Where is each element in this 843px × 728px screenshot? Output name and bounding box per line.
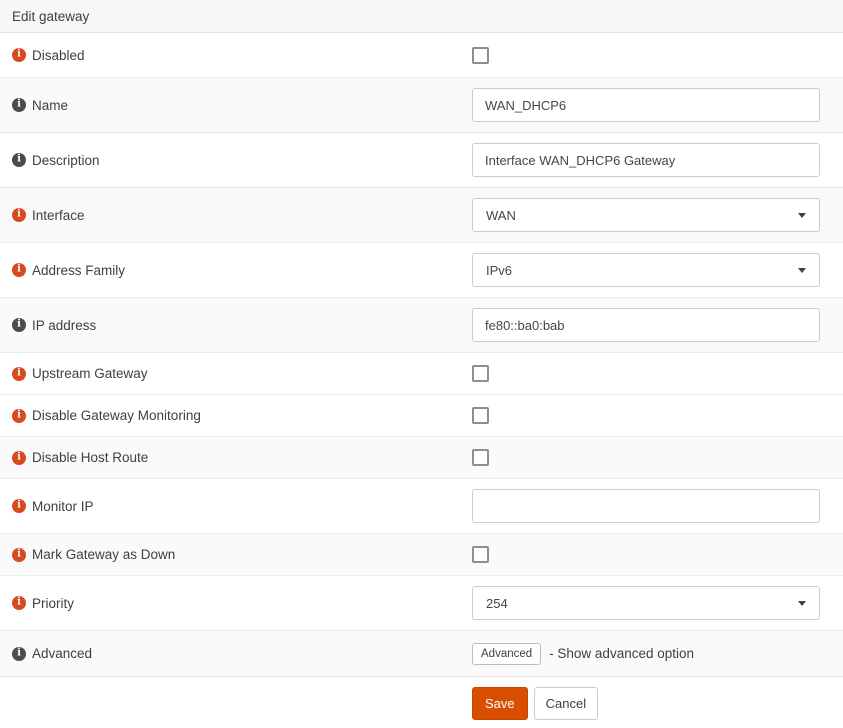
address-family-label: Address Family [32, 262, 126, 278]
field-control-cell [472, 449, 843, 466]
field-control-cell [472, 489, 843, 523]
row-priority: Priority 254 [0, 576, 843, 631]
row-address-family: Address Family IPv6 [0, 243, 843, 298]
field-control-cell: Advanced - Show advanced option [472, 642, 843, 665]
advanced-label: Advanced [32, 646, 93, 661]
row-disable-gateway-monitoring: Disable Gateway Monitoring [0, 395, 843, 437]
interface-info-icon[interactable] [12, 208, 26, 222]
disable-gateway-monitoring-checkbox[interactable] [472, 407, 489, 424]
field-control-cell: 254 [472, 586, 843, 620]
ip-address-label: IP address [32, 317, 97, 333]
disable-host-route-info-icon[interactable] [12, 450, 26, 465]
row-mark-gateway-as-down: Mark Gateway as Down [0, 534, 843, 576]
address-family-info-icon[interactable] [12, 263, 26, 277]
description-input[interactable] [472, 143, 820, 177]
upstream-gateway-info-icon[interactable] [12, 366, 26, 381]
field-control-cell [472, 46, 843, 64]
upstream-gateway-label: Upstream Gateway [32, 366, 148, 381]
name-label: Name [32, 97, 69, 113]
field-control-cell [472, 88, 843, 122]
disabled-checkbox[interactable] [472, 46, 489, 64]
priority-select[interactable]: 254 [472, 586, 820, 620]
form-rows: Disabled Name Description [0, 33, 843, 677]
disable-gateway-monitoring-info-icon[interactable] [12, 408, 26, 423]
select-value: WAN [486, 207, 516, 223]
monitor-ip-label: Monitor IP [32, 498, 94, 514]
chevron-down-icon [798, 212, 806, 218]
edit-gateway-form: Edit gateway Disabled Name Descri [0, 0, 843, 728]
row-upstream-gateway: Upstream Gateway [0, 353, 843, 395]
address-family-select[interactable]: IPv6 [472, 253, 820, 287]
row-interface: Interface WAN [0, 188, 843, 243]
field-label-cell: Disable Gateway Monitoring [0, 408, 472, 423]
mark-gateway-as-down-checkbox[interactable] [472, 546, 489, 563]
row-monitor-ip: Monitor IP [0, 479, 843, 534]
name-info-icon[interactable] [12, 98, 26, 112]
row-description: Description [0, 133, 843, 188]
disable-gateway-monitoring-label: Disable Gateway Monitoring [32, 408, 201, 423]
ip-address-info-icon[interactable] [12, 318, 26, 332]
priority-label: Priority [32, 595, 75, 611]
field-control-cell: IPv6 [472, 253, 843, 287]
monitor-ip-input[interactable] [472, 489, 820, 523]
field-control-cell: WAN [472, 198, 843, 232]
field-label-cell: Priority [0, 596, 472, 611]
select-value: 254 [486, 595, 508, 611]
disable-host-route-checkbox[interactable] [472, 449, 489, 466]
row-name: Name [0, 78, 843, 133]
actions-control-cell: Save Cancel [472, 686, 843, 720]
row-disabled: Disabled [0, 33, 843, 78]
field-label-cell: Monitor IP [0, 499, 472, 514]
name-input[interactable] [472, 88, 820, 122]
row-disable-host-route: Disable Host Route [0, 437, 843, 479]
advanced-note: - Show advanced option [549, 646, 695, 661]
field-control-cell [472, 365, 843, 382]
field-control-cell [472, 143, 843, 177]
description-info-icon[interactable] [12, 153, 26, 167]
form-actions-row: Save Cancel [0, 677, 843, 728]
field-label-cell: IP address [0, 318, 472, 333]
field-control-cell [472, 546, 843, 563]
disabled-label: Disabled [32, 47, 85, 63]
ip-address-input[interactable] [472, 308, 820, 342]
disable-host-route-label: Disable Host Route [32, 450, 149, 465]
field-label-cell: Advanced [0, 646, 472, 661]
description-label: Description [32, 152, 100, 168]
mark-gateway-as-down-info-icon[interactable] [12, 547, 26, 562]
form-title: Edit gateway [0, 0, 843, 33]
disabled-info-icon[interactable] [12, 48, 26, 62]
field-label-cell: Name [0, 98, 472, 113]
mark-gateway-as-down-label: Mark Gateway as Down [32, 547, 176, 562]
field-label-cell: Interface [0, 208, 472, 223]
field-label-cell: Description [0, 153, 472, 168]
field-label-cell: Disable Host Route [0, 450, 472, 465]
row-advanced: Advanced Advanced - Show advanced option [0, 631, 843, 677]
cancel-button[interactable]: Cancel [533, 686, 599, 720]
advanced-info-icon[interactable] [12, 646, 26, 661]
interface-select[interactable]: WAN [472, 198, 820, 232]
field-label-cell: Mark Gateway as Down [0, 547, 472, 562]
field-control-cell [472, 407, 843, 424]
field-label-cell: Upstream Gateway [0, 366, 472, 381]
field-label-cell: Address Family [0, 263, 472, 278]
field-control-cell [472, 308, 843, 342]
save-button[interactable]: Save [472, 686, 528, 720]
row-ip-address: IP address [0, 298, 843, 353]
priority-info-icon[interactable] [12, 596, 26, 610]
chevron-down-icon [798, 267, 806, 273]
advanced-button[interactable]: Advanced [472, 642, 542, 665]
select-value: IPv6 [486, 262, 513, 278]
field-label-cell: Disabled [0, 48, 472, 63]
upstream-gateway-checkbox[interactable] [472, 365, 489, 382]
interface-label: Interface [32, 207, 85, 223]
chevron-down-icon [798, 600, 806, 606]
form-title-text: Edit gateway [12, 8, 90, 24]
monitor-ip-info-icon[interactable] [12, 499, 26, 513]
